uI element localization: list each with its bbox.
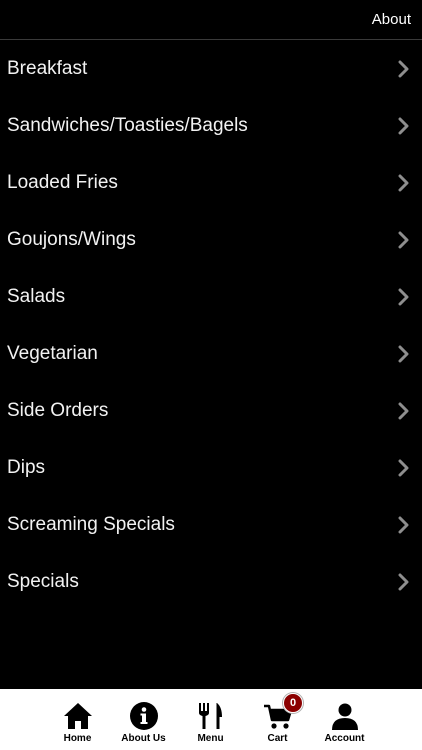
menu-category-list: Breakfast Sandwiches/Toasties/Bagels Loa…: [0, 41, 422, 611]
menu-item-label: Goujons/Wings: [7, 229, 136, 250]
chevron-right-icon: [398, 60, 409, 78]
tab-label: Account: [324, 733, 365, 744]
menu-item-vegetarian[interactable]: Vegetarian: [0, 326, 422, 383]
menu-item-side-orders[interactable]: Side Orders: [0, 383, 422, 440]
menu-item-label: Salads: [7, 286, 66, 307]
tab-label: Cart: [267, 733, 288, 744]
tab-account[interactable]: Account: [311, 689, 378, 750]
info-icon: [129, 702, 158, 730]
about-link[interactable]: About: [372, 11, 411, 29]
menu-item-label: Side Orders: [7, 400, 109, 421]
tab-about-us[interactable]: About Us: [110, 689, 177, 750]
menu-item-screaming-specials[interactable]: Screaming Specials: [0, 497, 422, 554]
app-screen: About Breakfast Sandwiches/Toasties/Bage…: [0, 0, 422, 750]
menu-item-sandwiches[interactable]: Sandwiches/Toasties/Bagels: [0, 98, 422, 155]
chevron-right-icon: [398, 231, 409, 249]
menu-item-label: Dips: [7, 457, 46, 478]
chevron-right-icon: [398, 459, 409, 477]
tab-label: Home: [63, 733, 92, 744]
chevron-right-icon: [398, 174, 409, 192]
menu-item-salads[interactable]: Salads: [0, 269, 422, 326]
bottom-tab-bar: Home About Us Menu 0 Cart Account: [0, 689, 422, 750]
menu-item-loaded-fries[interactable]: Loaded Fries: [0, 155, 422, 212]
tab-label: About Us: [121, 733, 166, 744]
home-icon: [63, 703, 92, 729]
menu-item-label: Breakfast: [7, 58, 88, 79]
chevron-right-icon: [398, 345, 409, 363]
menu-item-label: Screaming Specials: [7, 514, 175, 535]
chevron-right-icon: [398, 516, 409, 534]
chevron-right-icon: [398, 117, 409, 135]
menu-item-specials[interactable]: Specials: [0, 554, 422, 611]
tab-menu[interactable]: Menu: [177, 689, 244, 750]
menu-item-label: Specials: [7, 571, 79, 592]
fork-knife-icon: [198, 703, 222, 729]
chevron-right-icon: [398, 288, 409, 306]
top-bar: About: [0, 0, 422, 40]
tab-home[interactable]: Home: [44, 689, 111, 750]
tab-cart[interactable]: 0 Cart: [244, 689, 311, 750]
cart-count-badge: 0: [283, 693, 303, 713]
person-icon: [331, 703, 358, 730]
menu-item-label: Vegetarian: [7, 343, 98, 364]
menu-item-breakfast[interactable]: Breakfast: [0, 41, 422, 98]
chevron-right-icon: [398, 402, 409, 420]
tab-label: Menu: [197, 733, 224, 744]
chevron-right-icon: [398, 573, 409, 591]
menu-item-dips[interactable]: Dips: [0, 440, 422, 497]
menu-item-label: Sandwiches/Toasties/Bagels: [7, 115, 248, 136]
menu-item-goujons-wings[interactable]: Goujons/Wings: [0, 212, 422, 269]
menu-item-label: Loaded Fries: [7, 172, 118, 193]
